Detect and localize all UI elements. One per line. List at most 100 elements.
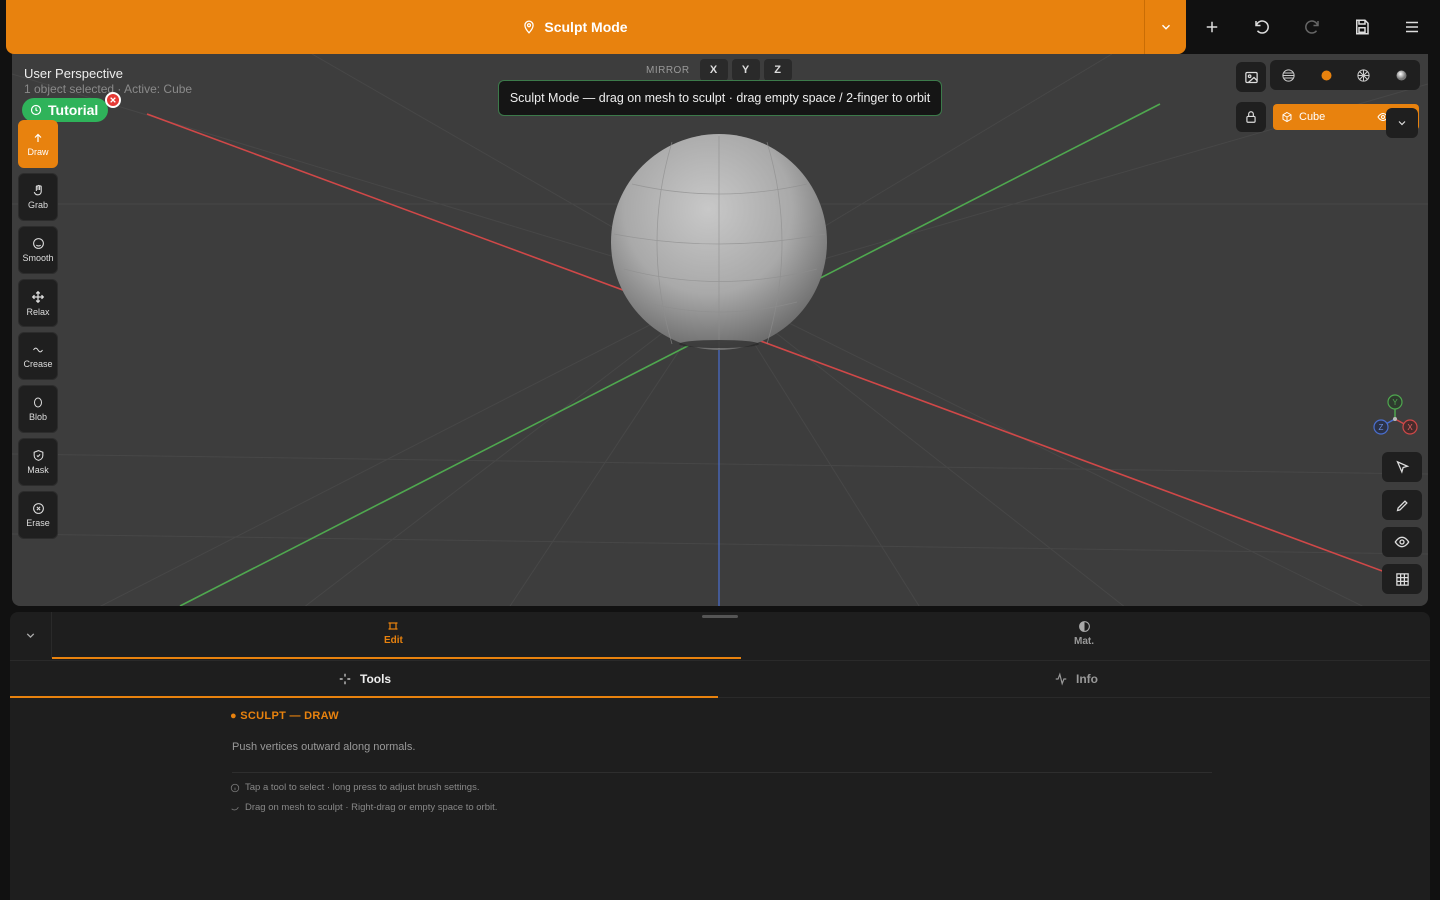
- gizmo-x-label: X: [1407, 423, 1413, 432]
- undo-icon: [1255, 20, 1269, 34]
- hint-drag: Drag on mesh to sculpt · Right-drag or e…: [230, 802, 497, 813]
- mode-dropdown-button[interactable]: [1144, 0, 1186, 54]
- smooth-icon: [32, 238, 44, 249]
- shield-icon: [33, 450, 43, 461]
- tab-material[interactable]: Mat.: [1074, 620, 1094, 647]
- active-subtab-indicator: [10, 696, 718, 698]
- panel-resize-handle[interactable]: [702, 615, 738, 618]
- plus-icon: [1206, 21, 1218, 33]
- tutorial-label: Tutorial: [48, 102, 99, 118]
- crosshair-icon: [339, 673, 351, 685]
- mode-label: Sculpt Mode: [544, 19, 628, 35]
- tool-label: Grab: [27, 200, 48, 210]
- chevron-down-icon: [1161, 24, 1170, 30]
- menu-icon: [1406, 21, 1418, 33]
- undo-button[interactable]: [1247, 12, 1277, 42]
- cursor-icon: [1395, 460, 1409, 474]
- tool-blob[interactable]: Blob: [18, 385, 58, 433]
- image-icon: [1244, 71, 1258, 83]
- subtab-bar: Tools Info: [10, 660, 1430, 698]
- tutorial-close-button[interactable]: [105, 92, 121, 108]
- background-image-button[interactable]: [1236, 62, 1266, 92]
- clock-icon: [30, 104, 42, 116]
- tool-label: Smooth: [22, 253, 54, 263]
- mode-hint-toast: Sculpt Mode — drag on mesh to sculpt · d…: [498, 80, 942, 116]
- panel-collapse-button[interactable]: [10, 612, 52, 658]
- active-tab-indicator: [52, 657, 741, 659]
- subtab-info[interactable]: Info: [1054, 661, 1098, 697]
- activity-icon: [1055, 672, 1067, 686]
- visibility-toggle-button[interactable]: [1382, 527, 1422, 557]
- wave-icon: [33, 347, 43, 352]
- drag-icon: [231, 806, 239, 810]
- section-divider: [232, 772, 1212, 773]
- redo-button[interactable]: [1297, 12, 1327, 42]
- menu-button[interactable]: [1397, 12, 1427, 42]
- tool-label: Erase: [26, 518, 50, 528]
- subtab-label: Tools: [360, 672, 392, 686]
- mode-selector-button[interactable]: Sculpt Mode: [6, 0, 1144, 54]
- contrast-icon: [1078, 621, 1090, 632]
- 3d-viewport[interactable]: Y Z X User Perspective 1 object selected…: [12, 54, 1428, 606]
- map-pin-icon: [524, 20, 535, 34]
- chevron-down-icon: [26, 632, 35, 638]
- gizmo-y-label: Y: [1392, 398, 1398, 407]
- object-name: Cube: [1299, 111, 1326, 123]
- viewport-title: User Perspective: [24, 66, 123, 81]
- wireframe-shading-icon[interactable]: [1281, 68, 1296, 83]
- hint-tap: Tap a tool to select · long press to adj…: [230, 782, 479, 793]
- blob-icon: [34, 397, 42, 408]
- mirror-z-button[interactable]: Z: [763, 59, 792, 81]
- properties-panel: Edit Mat. Tools Info ● SCULPT — DRAW Pus…: [10, 612, 1430, 900]
- grid-toggle-button[interactable]: [1382, 564, 1422, 594]
- mirror-x-button[interactable]: X: [699, 59, 728, 81]
- tool-label: Draw: [27, 146, 49, 157]
- tutorial-button[interactable]: Tutorial: [22, 98, 109, 122]
- top-bar: Sculpt Mode: [0, 0, 1440, 54]
- gizmo-z-label: Z: [1379, 423, 1384, 432]
- tool-smooth[interactable]: Smooth: [18, 226, 58, 274]
- lock-button[interactable]: [1236, 102, 1266, 132]
- tool-relax[interactable]: Relax: [18, 279, 58, 327]
- hint-text: Drag on mesh to sculpt · Right-drag or e…: [245, 802, 498, 813]
- rendered-shading-icon[interactable]: [1394, 68, 1409, 83]
- add-button[interactable]: [1197, 12, 1227, 42]
- lock-icon: [1246, 111, 1256, 123]
- tool-label: Crease: [23, 358, 53, 369]
- tab-label: Mat.: [1074, 636, 1094, 647]
- close-icon: [110, 97, 116, 103]
- tool-label: Relax: [26, 306, 50, 317]
- object-list-dropdown[interactable]: [1386, 108, 1418, 138]
- hand-icon: [33, 184, 42, 196]
- tool-grab[interactable]: Grab: [18, 173, 58, 221]
- tool-crease[interactable]: Crease: [18, 332, 58, 380]
- info-icon: [230, 783, 240, 792]
- subtab-tools[interactable]: Tools: [338, 661, 391, 697]
- mirror-controls: MIRROR X Y Z: [640, 58, 792, 82]
- solid-shading-icon[interactable]: [1319, 68, 1334, 83]
- tool-erase[interactable]: Erase: [18, 491, 58, 539]
- cube-icon: [1282, 111, 1292, 123]
- sphere-mesh[interactable]: [611, 134, 827, 350]
- tool-draw[interactable]: Draw: [18, 120, 58, 168]
- hint-text: Tap a tool to select · long press to adj…: [245, 782, 480, 793]
- tab-edit[interactable]: Edit: [384, 620, 403, 646]
- shading-mode-group: [1270, 60, 1420, 90]
- mirror-y-button[interactable]: Y: [731, 59, 760, 81]
- mirror-label: MIRROR: [646, 64, 690, 76]
- save-button[interactable]: [1347, 12, 1377, 42]
- grid-icon: [1395, 572, 1409, 586]
- erase-icon: [32, 503, 44, 514]
- tool-mask[interactable]: Mask: [18, 438, 58, 486]
- tool-label: Blob: [28, 412, 47, 422]
- matcap-shading-icon[interactable]: [1356, 68, 1371, 83]
- chevron-down-icon: [1398, 121, 1406, 126]
- edit-frame-icon: [388, 622, 398, 630]
- annotate-tool-button[interactable]: [1382, 490, 1422, 520]
- redo-icon: [1305, 20, 1319, 34]
- section-title: ● SCULPT — DRAW: [230, 710, 339, 722]
- select-tool-button[interactable]: [1382, 452, 1422, 482]
- eye-icon: [1394, 536, 1410, 548]
- tab-label: Edit: [384, 635, 403, 646]
- arrow-up-icon: [34, 133, 42, 142]
